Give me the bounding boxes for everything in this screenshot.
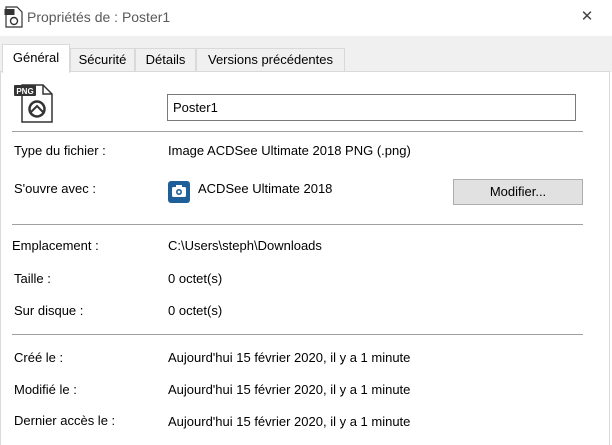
modified-value: Aujourd'hui 15 février 2020, il y a 1 mi… bbox=[168, 382, 411, 397]
separator bbox=[12, 131, 583, 132]
separator bbox=[12, 224, 583, 225]
tab-general[interactable]: Général bbox=[2, 44, 70, 73]
tab-previous-versions[interactable]: Versions précédentes bbox=[196, 48, 345, 72]
file-type-label: Type du fichier : bbox=[14, 143, 106, 158]
close-button[interactable]: ✕ bbox=[576, 6, 598, 28]
acdsee-app-icon bbox=[168, 181, 190, 203]
tab-details[interactable]: Détails bbox=[135, 48, 196, 72]
created-value: Aujourd'hui 15 février 2020, il y a 1 mi… bbox=[168, 350, 411, 365]
window-title: Propriétés de : Poster1 bbox=[27, 9, 171, 25]
opens-with-value: ACDSee Ultimate 2018 bbox=[198, 181, 333, 196]
close-icon: ✕ bbox=[580, 8, 594, 25]
modified-label: Modifié le : bbox=[14, 382, 77, 397]
size-label: Taille : bbox=[14, 271, 51, 286]
title-bar: Propriétés de : Poster1 ✕ bbox=[0, 0, 612, 36]
png-file-icon: PNG bbox=[14, 84, 53, 123]
file-type-value: Image ACDSee Ultimate 2018 PNG (.png) bbox=[168, 143, 411, 158]
modify-button[interactable]: Modifier... bbox=[453, 179, 583, 205]
file-name-input[interactable] bbox=[167, 94, 576, 121]
tab-security[interactable]: Sécurité bbox=[70, 48, 135, 72]
file-icon-badge: PNG bbox=[16, 87, 33, 96]
separator bbox=[12, 334, 583, 335]
created-label: Créé le : bbox=[14, 350, 64, 365]
size-on-disk-label: Sur disque : bbox=[14, 303, 84, 318]
accessed-label: Dernier accès le : bbox=[14, 413, 116, 428]
accessed-value: Aujourd'hui 15 février 2020, il y a 1 mi… bbox=[168, 414, 411, 429]
size-value: 0 octet(s) bbox=[168, 271, 223, 286]
location-label: Emplacement : bbox=[12, 238, 99, 253]
opens-with-label: S'ouvre avec : bbox=[14, 181, 96, 196]
tab-strip: Général Sécurité Détails Versions précéd… bbox=[0, 36, 612, 73]
png-file-icon bbox=[4, 6, 23, 28]
location-value: C:\Users\steph\Downloads bbox=[168, 238, 322, 253]
size-on-disk-value: 0 octet(s) bbox=[168, 303, 223, 318]
